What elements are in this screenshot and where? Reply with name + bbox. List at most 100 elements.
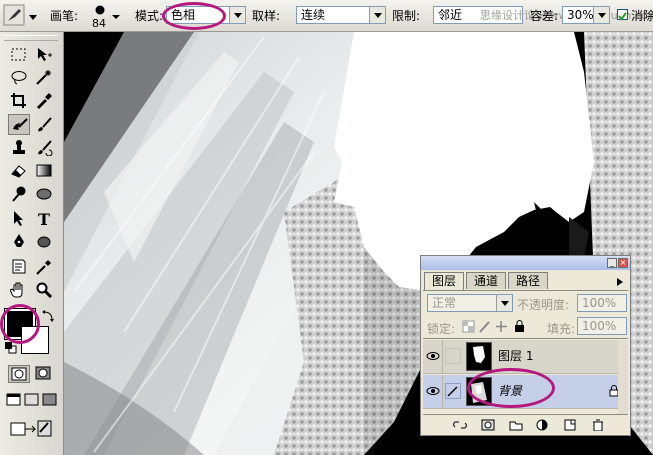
notes-icon (12, 259, 26, 274)
clone-stamp-tool[interactable] (8, 137, 30, 158)
type-tool[interactable]: T (33, 208, 55, 229)
sampling-select[interactable]: 连续 (296, 6, 386, 24)
tab-layers-label: 图层 (431, 274, 456, 288)
chevron-down-icon (369, 7, 385, 23)
eraser-icon (11, 165, 26, 178)
eyedropper-slice-icon (37, 93, 52, 109)
screen-mode-full-menu[interactable] (24, 392, 40, 408)
path-selection-tool[interactable] (8, 208, 30, 229)
layer-link-box[interactable] (445, 348, 461, 364)
imageready-icon (10, 420, 52, 437)
visibility-toggle[interactable] (425, 340, 443, 373)
antialias-checkbox[interactable] (617, 9, 628, 21)
zoom-tool[interactable] (33, 279, 55, 300)
layer-row-background[interactable]: 背景 (423, 375, 628, 409)
tolerance-input[interactable]: 30% (562, 6, 610, 24)
hand-icon (10, 282, 23, 298)
layer-mask-icon[interactable] (481, 419, 495, 431)
panel-menu-button[interactable] (614, 276, 626, 288)
fill-input[interactable]: 100% (577, 317, 627, 335)
new-group-icon[interactable] (509, 419, 523, 431)
tab-paths-label: 路径 (515, 274, 540, 288)
magic-wand-tool[interactable] (33, 67, 55, 88)
chevron-down-icon (593, 7, 609, 23)
dodge-tool[interactable] (8, 183, 30, 204)
tool-preset-picker[interactable] (3, 3, 39, 29)
screen-mode-full[interactable] (42, 392, 58, 408)
move-tool[interactable] (33, 44, 55, 65)
toolbox-grip[interactable] (4, 35, 58, 41)
sampling-label: 取样: (252, 9, 281, 23)
brush-icon (447, 386, 458, 397)
type-icon: T (38, 210, 50, 227)
layer-name: 图层 1 (498, 349, 534, 363)
trash-icon[interactable] (591, 419, 605, 431)
quickmask-mode-button[interactable] (33, 365, 55, 383)
layer-thumbnail (466, 342, 492, 371)
pen-tool[interactable] (8, 231, 30, 252)
history-brush-icon (38, 140, 53, 156)
jump-to-imageready-button[interactable] (8, 418, 54, 440)
blur-tool[interactable] (33, 183, 55, 204)
slice-tool[interactable] (33, 90, 55, 111)
history-brush-tool[interactable] (33, 137, 55, 158)
screen-mode-standard[interactable] (6, 392, 22, 408)
opacity-input[interactable]: 100% (577, 294, 627, 312)
ellipse-shape-icon (37, 236, 51, 248)
swap-colors-icon[interactable] (42, 310, 54, 322)
background-color-swatch[interactable] (21, 326, 49, 354)
hand-tool[interactable] (8, 279, 30, 300)
marquee-tool[interactable] (8, 44, 30, 65)
layer-name: 背景 (498, 384, 523, 398)
new-layer-icon[interactable] (563, 419, 577, 431)
gradient-icon (36, 164, 52, 177)
visibility-toggle[interactable] (425, 375, 443, 408)
default-colors-icon[interactable] (5, 342, 17, 354)
brush-label: 画笔: (50, 9, 79, 23)
healing-brush-tool[interactable] (8, 114, 30, 135)
lock-all-icon[interactable] (515, 320, 524, 333)
standard-mode-button[interactable] (8, 365, 30, 383)
lasso-icon (11, 71, 27, 85)
lock-position-icon[interactable] (496, 321, 507, 332)
tab-layers[interactable]: 图层 (424, 272, 464, 290)
brush-icon (38, 117, 52, 132)
toolbox: T (0, 32, 64, 455)
layer-scrollbar[interactable] (618, 340, 628, 414)
arrow-cursor-icon (14, 211, 23, 226)
brush-picker[interactable]: 84 (88, 2, 124, 30)
notes-tool[interactable] (8, 256, 30, 277)
gradient-tool[interactable] (33, 160, 55, 181)
minimize-icon[interactable]: _ (607, 258, 617, 268)
link-layers-icon[interactable] (453, 419, 467, 431)
svg-text:T: T (38, 210, 50, 227)
panel-titlebar[interactable]: _ × (421, 256, 630, 270)
eyedropper-icon (36, 260, 51, 275)
eraser-tool[interactable] (8, 160, 30, 181)
adjustment-layer-icon[interactable] (535, 419, 549, 431)
brush-size: 84 (92, 17, 106, 30)
blend-mode-select[interactable]: 正常 (427, 294, 513, 312)
move-icon (38, 48, 52, 61)
chevron-down-icon (229, 7, 245, 23)
lock-transparent-icon[interactable] (462, 320, 475, 333)
layer-row-layer1[interactable]: 图层 1 (423, 340, 628, 374)
marquee-icon (11, 48, 26, 61)
lasso-tool[interactable] (8, 67, 30, 88)
tab-channels[interactable]: 通道 (466, 272, 506, 289)
crop-tool[interactable] (8, 90, 30, 111)
brush-tool[interactable] (33, 114, 55, 135)
opacity-value: 100% (582, 296, 617, 310)
zoom-icon (36, 282, 53, 298)
close-icon[interactable]: × (618, 258, 628, 268)
mode-select[interactable]: 色相 (166, 6, 246, 24)
tab-paths[interactable]: 路径 (508, 272, 548, 289)
standard-mode-icon (11, 367, 27, 381)
tolerance-label: 容差: (530, 9, 559, 23)
lock-pixels-icon[interactable] (479, 321, 490, 333)
layer-brush-indicator[interactable] (445, 383, 461, 399)
magic-wand-icon (36, 70, 51, 85)
triangle-right-icon (617, 278, 623, 286)
eyedropper-tool[interactable] (33, 256, 55, 277)
shape-tool[interactable] (33, 231, 55, 252)
